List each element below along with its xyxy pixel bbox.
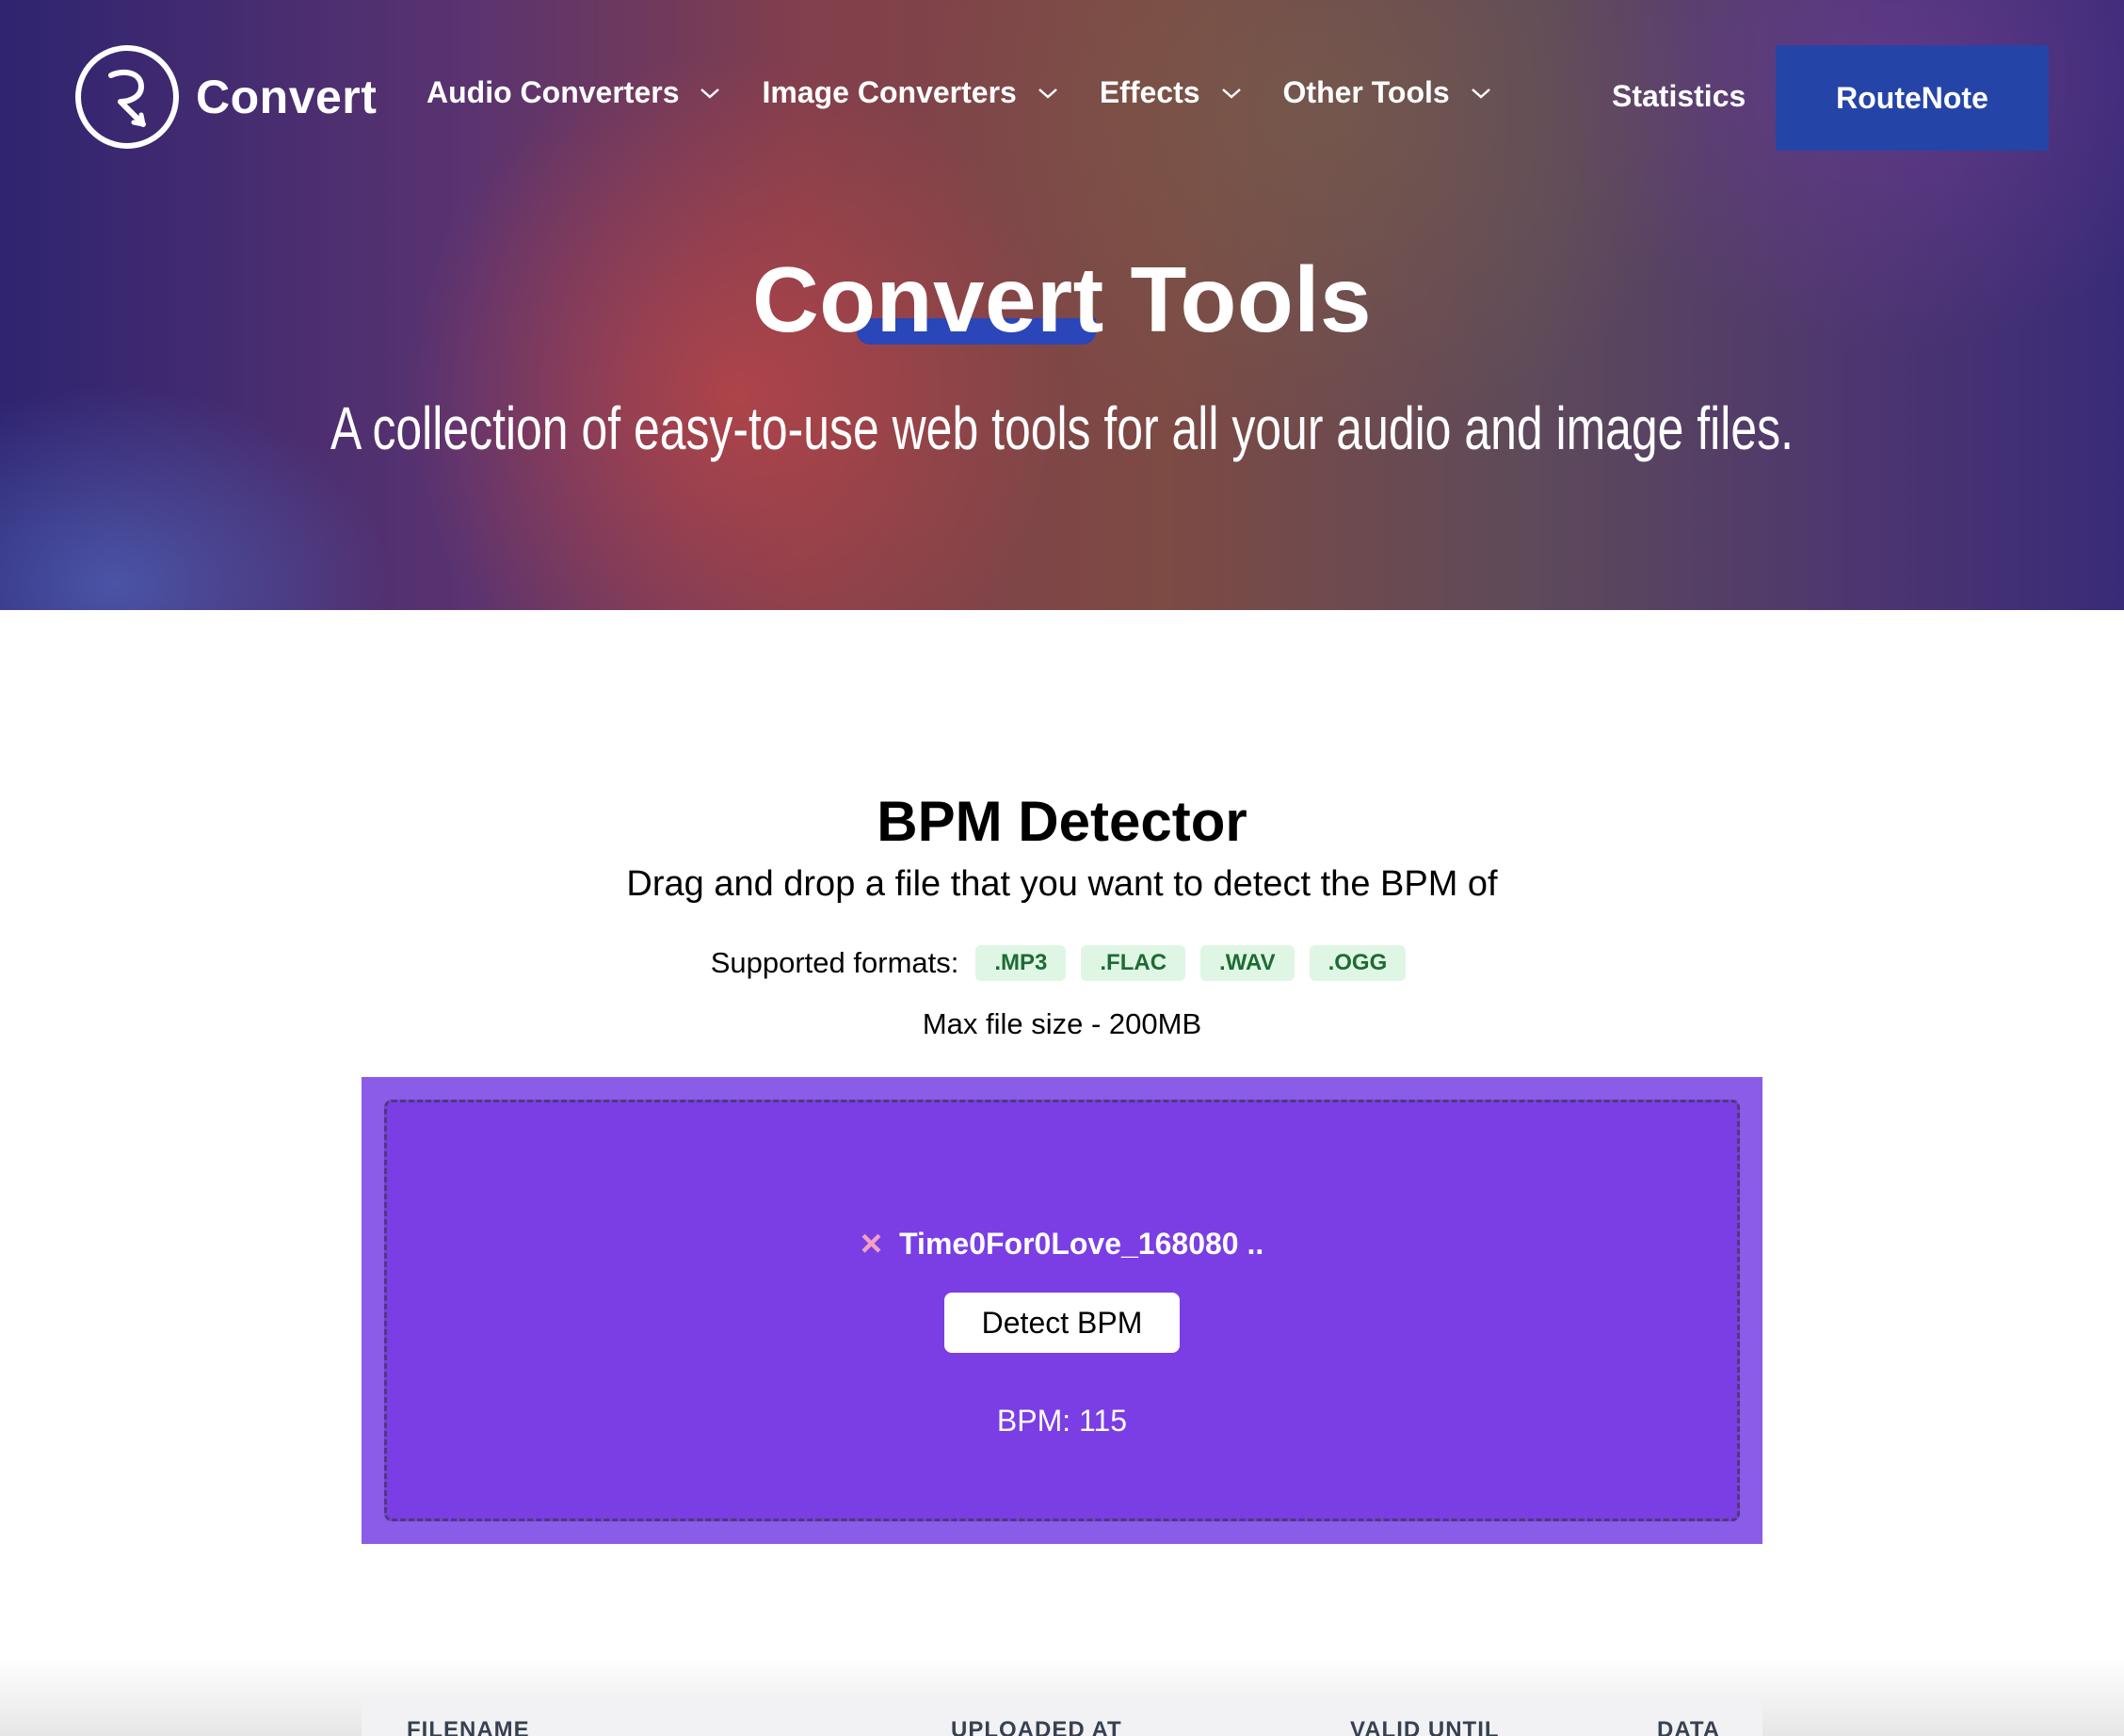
file-name: Time0For0Love_168080 .. (899, 1226, 1264, 1261)
convert-logo-icon (75, 45, 179, 149)
drop-zone-container: × Time0For0Love_168080 .. Detect BPM BPM… (362, 1077, 1762, 1544)
nav-label: Image Converters (762, 75, 1017, 109)
format-badge-ogg: .OGG (1309, 945, 1407, 981)
format-badge-wav: .WAV (1200, 945, 1295, 981)
nav-other-tools[interactable]: Other Tools (1283, 75, 1491, 110)
nav-label: Effects (1099, 75, 1200, 109)
formats-label: Supported formats: (710, 946, 959, 979)
nav-image-converters[interactable]: Image Converters (762, 75, 1057, 110)
bpm-result: BPM: 115 (996, 1404, 1128, 1438)
nav-audio-converters[interactable]: Audio Converters (426, 75, 720, 110)
tool-title: BPM Detector (877, 790, 1247, 853)
selected-file: × Time0For0Love_168080 .. (387, 1225, 1737, 1262)
chevron-down-icon (1038, 88, 1057, 99)
column-header-valid-until: VALID UNTIL (1350, 1717, 1500, 1736)
files-table-header: FILENAME UPLOADED AT VALID UNTIL DATA (362, 1695, 1762, 1736)
hero-title: Convert Tools (751, 248, 1373, 351)
hero-subtitle: A collection of easy-to-use web tools fo… (330, 394, 1794, 462)
max-file-size: Max file size - 200MB (922, 1007, 1202, 1040)
site-logo[interactable]: Convert (73, 43, 377, 151)
format-badge-flac: .FLAC (1081, 945, 1186, 981)
nav-effects[interactable]: Effects (1100, 75, 1242, 110)
column-header-uploaded-at: UPLOADED AT (951, 1717, 1122, 1736)
routenote-button[interactable]: RouteNote (1776, 45, 2049, 151)
nav-label: Audio Converters (426, 75, 680, 109)
chevron-down-icon (700, 88, 720, 99)
detect-bpm-button[interactable]: Detect BPM (944, 1293, 1180, 1353)
hero-banner: Convert Audio Converters Image Converter… (0, 0, 2124, 610)
remove-file-icon[interactable]: × (861, 1225, 882, 1262)
column-header-data: DATA (1657, 1717, 1721, 1736)
nav-label: Other Tools (1282, 75, 1450, 109)
nav-statistics-link[interactable]: Statistics (1612, 79, 1746, 114)
chevron-down-icon (1221, 88, 1241, 99)
main-nav: Audio Converters Image Converters Effect… (426, 75, 1533, 110)
logo-text: Convert (196, 71, 378, 123)
supported-formats: Supported formats: .MP3 .FLAC .WAV .OGG (0, 945, 2124, 981)
column-header-filename: FILENAME (407, 1717, 530, 1736)
file-drop-zone[interactable]: × Time0For0Love_168080 .. Detect BPM BPM… (384, 1100, 1740, 1521)
tool-description: Drag and drop a file that you want to de… (626, 864, 1498, 904)
chevron-down-icon (1471, 88, 1490, 99)
format-badge-mp3: .MP3 (975, 945, 1067, 981)
